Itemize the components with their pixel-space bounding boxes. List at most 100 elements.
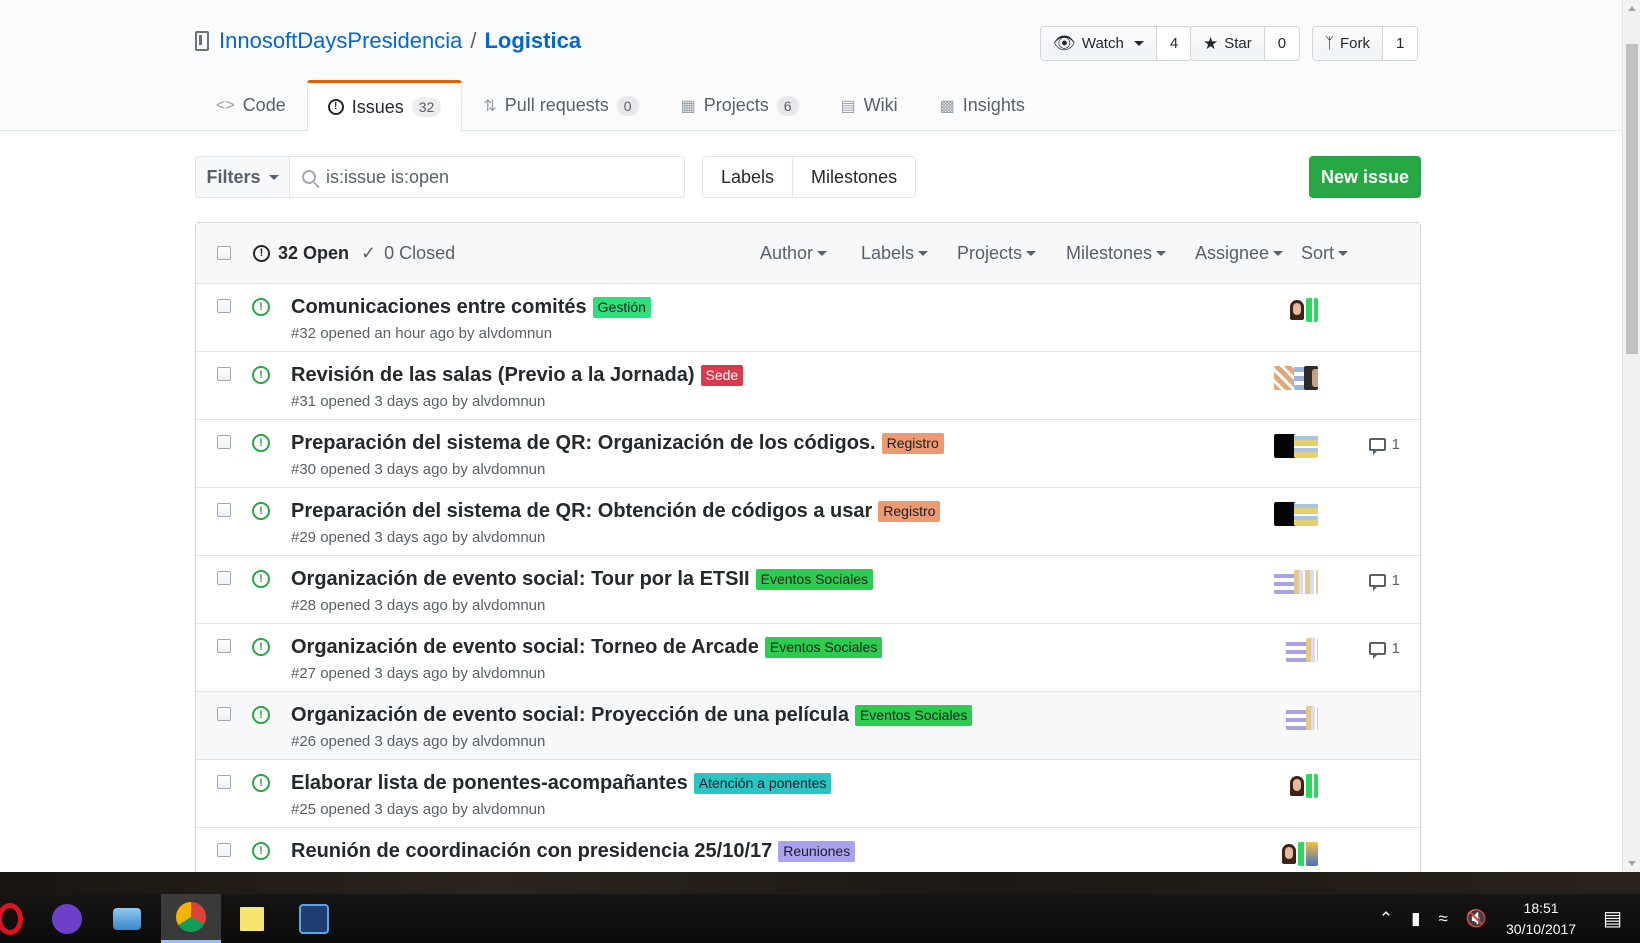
fork-icon: ᛉ	[1325, 35, 1335, 52]
watch-count[interactable]: 4	[1157, 27, 1191, 60]
labels-filter[interactable]: Labels	[861, 243, 929, 264]
tab-issues[interactable]: ! Issues 32	[306, 80, 463, 132]
fork-label: Fork	[1340, 35, 1371, 52]
battery-icon[interactable]: ▮	[1411, 909, 1420, 929]
issue-opened-icon: !	[327, 99, 344, 115]
issue-title-link[interactable]: Revisión de las salas (Previo a la Jorna…	[291, 364, 695, 387]
issue-label[interactable]: Eventos Sociales	[764, 636, 883, 659]
search-input[interactable]: is:issue is:open	[290, 156, 685, 198]
clock-date: 30/10/2017	[1506, 920, 1577, 937]
assignee-filter[interactable]: Assignee	[1195, 243, 1284, 264]
issue-title-link[interactable]: Organización de evento social: Torneo de…	[291, 636, 759, 659]
star-count[interactable]: 0	[1265, 27, 1299, 60]
chevron-up-icon[interactable]: ⌃	[1379, 909, 1393, 929]
issue-row: ! Organización de evento social: Tour po…	[196, 556, 1420, 624]
assignees	[1274, 570, 1318, 594]
issue-title-link[interactable]: Elaborar lista de ponentes-acompañantes	[291, 772, 688, 795]
comments-link[interactable]: 1	[1368, 436, 1400, 455]
taskbar-github-desktop[interactable]	[37, 894, 97, 943]
taskbar-sticky-notes[interactable]	[222, 894, 282, 943]
issue-label[interactable]: Eventos Sociales	[854, 704, 973, 727]
issue-title-link[interactable]: Preparación del sistema de QR: Organizac…	[291, 432, 876, 455]
issue-row: ! Organización de evento social: Torneo …	[196, 624, 1420, 692]
volume-muted-icon[interactable]: 🔇	[1466, 909, 1487, 929]
watch-group: 👁 Watch 4	[1040, 26, 1193, 61]
issue-row: ! Preparación del sistema de QR: Organiz…	[196, 420, 1420, 488]
sort-filter-label: Sort	[1301, 242, 1335, 263]
milestones-button[interactable]: Milestones	[793, 157, 915, 197]
milestones-filter[interactable]: Milestones	[1066, 243, 1167, 264]
avatar[interactable]	[1306, 298, 1318, 322]
filters-button[interactable]: Filters	[195, 156, 290, 198]
issue-checkbox[interactable]	[217, 299, 231, 313]
comment-count: 1	[1391, 640, 1400, 657]
assignees	[1286, 638, 1318, 662]
avatar[interactable]	[1294, 502, 1318, 526]
issue-checkbox[interactable]	[217, 775, 231, 789]
repo-separator: /	[470, 28, 477, 53]
open-issues-link[interactable]: ! 32 Open	[253, 243, 349, 264]
select-all-checkbox[interactable]	[217, 246, 231, 260]
closed-issues-link[interactable]: ✓ 0 Closed	[361, 243, 455, 264]
issue-opened-icon: !	[252, 570, 270, 588]
avatar[interactable]	[1306, 706, 1318, 730]
comments-link[interactable]: 1	[1368, 572, 1400, 591]
repo-nav: <> Code ! Issues 32 ⇅ Pull requests 0 ▦ …	[195, 80, 1046, 132]
fork-count[interactable]: 1	[1383, 27, 1417, 60]
issue-label[interactable]: Eventos Sociales	[755, 568, 874, 591]
tab-wiki[interactable]: ▤ Wiki	[820, 80, 919, 131]
issue-title-link[interactable]: Organización de evento social: Proyecció…	[291, 704, 849, 727]
issue-checkbox[interactable]	[217, 843, 231, 857]
issue-label[interactable]: Gestión	[592, 296, 651, 319]
issue-label[interactable]: Reuniones	[778, 840, 856, 863]
avatar[interactable]	[1294, 434, 1318, 458]
issue-label[interactable]: Sede	[700, 364, 744, 387]
issue-label[interactable]: Atención a ponentes	[693, 772, 832, 795]
new-issue-button[interactable]: New issue	[1309, 156, 1421, 198]
issue-title-link[interactable]: Comunicaciones entre comités	[291, 296, 587, 319]
wifi-icon[interactable]: ≈	[1439, 909, 1448, 929]
issue-checkbox[interactable]	[217, 367, 231, 381]
labels-button[interactable]: Labels	[703, 157, 794, 197]
scroll-up-icon[interactable]	[1628, 6, 1636, 11]
scroll-down-icon[interactable]	[1628, 861, 1636, 866]
comments-link[interactable]: 1	[1368, 640, 1400, 659]
sort-filter[interactable]: Sort	[1301, 242, 1349, 264]
avatar[interactable]	[1304, 366, 1318, 390]
issue-label[interactable]: Registro	[878, 500, 941, 523]
fork-button[interactable]: ᛉ Fork	[1313, 27, 1384, 60]
taskbar-clock[interactable]: 18:51 30/10/2017	[1506, 898, 1576, 940]
issue-checkbox[interactable]	[217, 503, 231, 517]
star-button[interactable]: ★ Star	[1191, 27, 1265, 60]
taskbar-chrome[interactable]	[161, 894, 221, 943]
tab-pull-requests[interactable]: ⇅ Pull requests 0	[462, 80, 659, 131]
watch-button[interactable]: 👁 Watch	[1041, 27, 1157, 60]
issue-checkbox[interactable]	[217, 571, 231, 585]
issue-title-link[interactable]: Organización de evento social: Tour por …	[291, 568, 750, 591]
tab-code[interactable]: <> Code	[195, 80, 307, 131]
issue-checkbox[interactable]	[217, 639, 231, 653]
scroll-thumb[interactable]	[1626, 44, 1638, 354]
issue-checkbox[interactable]	[217, 435, 231, 449]
issue-title-link[interactable]: Preparación del sistema de QR: Obtención…	[291, 500, 872, 523]
author-filter[interactable]: Author	[760, 243, 828, 264]
tab-projects-label: Projects	[703, 95, 769, 115]
comment-count: 1	[1391, 572, 1400, 589]
taskbar-control-panel[interactable]	[97, 894, 157, 943]
avatar[interactable]	[1294, 570, 1318, 594]
tab-insights[interactable]: ▩ Insights	[919, 80, 1046, 131]
issue-checkbox[interactable]	[217, 707, 231, 721]
projects-filter[interactable]: Projects	[957, 243, 1037, 264]
issue-label[interactable]: Registro	[881, 432, 944, 455]
taskbar-opera[interactable]	[0, 894, 40, 943]
avatar[interactable]	[1306, 774, 1318, 798]
taskbar-visual-studio[interactable]	[284, 894, 344, 943]
avatar[interactable]	[1306, 842, 1318, 866]
notifications-icon[interactable]: ▤	[1603, 906, 1622, 931]
tab-projects[interactable]: ▦ Projects 6	[660, 80, 820, 131]
page-scrollbar[interactable]	[1622, 0, 1640, 872]
repo-owner-link[interactable]: InnosoftDaysPresidencia	[219, 28, 462, 54]
repo-name-link[interactable]: Logistica	[484, 28, 581, 54]
avatar[interactable]	[1306, 638, 1318, 662]
issue-title-link[interactable]: Reunión de coordinación con presidencia …	[291, 840, 772, 863]
